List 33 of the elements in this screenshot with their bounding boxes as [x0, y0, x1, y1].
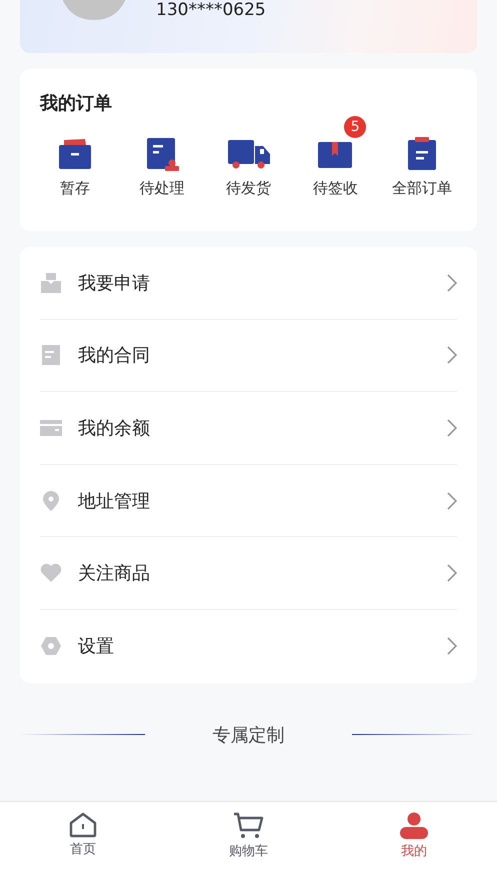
- chevron-right-icon: [447, 418, 457, 437]
- menu-item[interactable]: 我要申请: [40, 247, 457, 320]
- menu-item[interactable]: 我的余额: [40, 392, 457, 465]
- section-title: 我的订单: [40, 92, 113, 115]
- count-badge: 5: [344, 116, 366, 138]
- person-icon: [399, 812, 430, 840]
- tab[interactable]: 购物车: [166, 802, 332, 883]
- menu-item[interactable]: 我的合同: [40, 320, 457, 392]
- document-icon: [40, 344, 62, 366]
- order-status-button[interactable]: 待发货: [214, 115, 284, 198]
- chevron-right-icon: [447, 637, 457, 656]
- order-status-button[interactable]: 暂存: [40, 115, 110, 198]
- chevron-right-icon: [447, 492, 457, 510]
- menu-item[interactable]: 关注商品: [40, 537, 457, 610]
- order-status-button[interactable]: 待处理: [126, 115, 197, 198]
- home-icon: [68, 812, 97, 838]
- heart-icon: [40, 562, 62, 584]
- folder-icon: [57, 136, 93, 172]
- menu-item[interactable]: 设置: [40, 610, 457, 683]
- tab[interactable]: 首页: [0, 802, 166, 883]
- location-pin-icon: [40, 490, 62, 512]
- cart-icon: [232, 812, 264, 840]
- menu-item[interactable]: 地址管理: [40, 464, 457, 538]
- tab[interactable]: 我的: [331, 802, 497, 883]
- order-status-button[interactable]: 全部订单: [387, 115, 457, 198]
- settings-icon: [40, 635, 62, 658]
- tray-icon: [40, 272, 62, 294]
- section-title: 专属定制: [212, 724, 284, 747]
- phone-number: 130****0625: [156, 0, 266, 20]
- chevron-right-icon: [447, 564, 457, 582]
- order-status-button[interactable]: 5 待签收: [300, 115, 370, 198]
- chevron-right-icon: [447, 274, 457, 292]
- chevron-right-icon: [447, 346, 457, 364]
